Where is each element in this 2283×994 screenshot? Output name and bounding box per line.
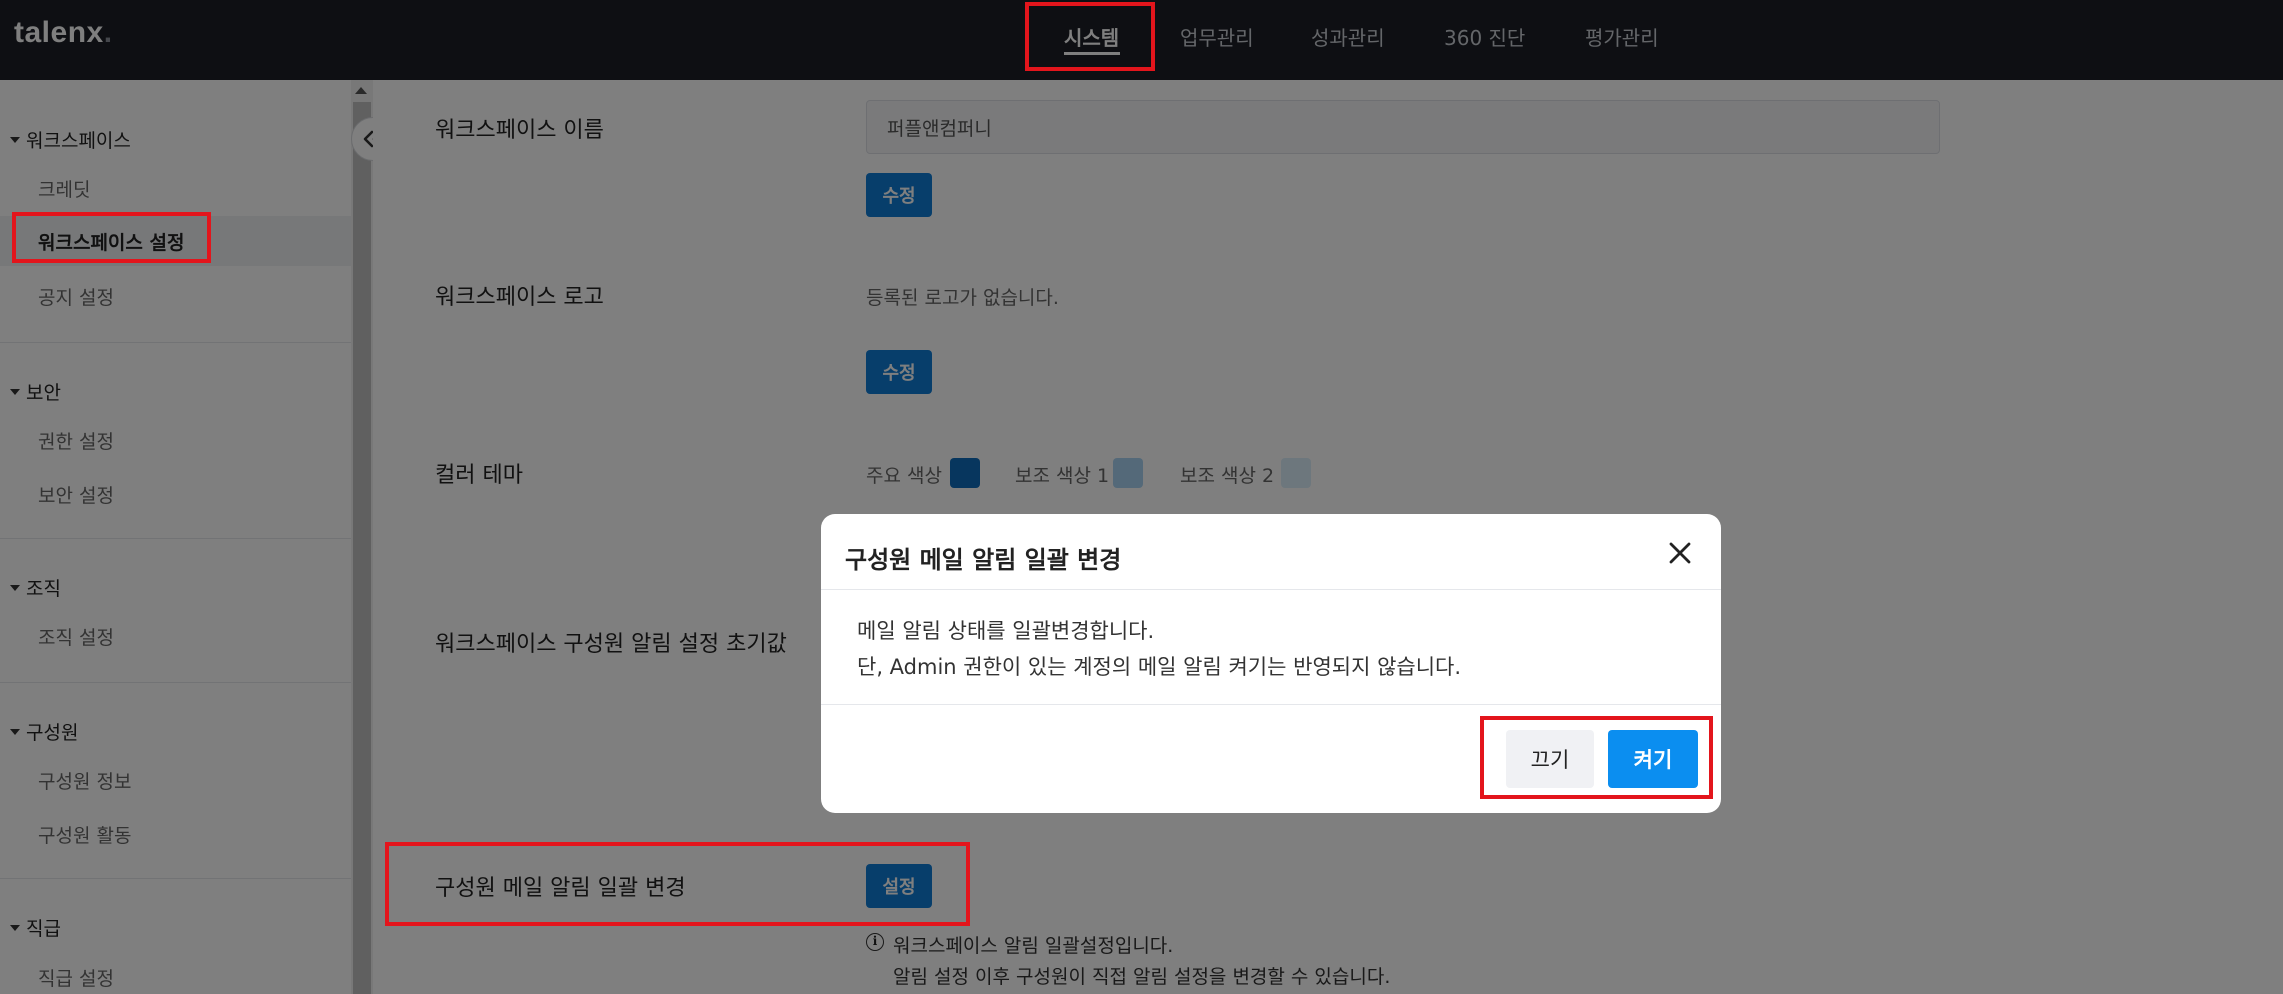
dialog-close-button[interactable] — [1663, 536, 1697, 570]
highlight-workspace-settings — [12, 212, 211, 263]
dialog-title: 구성원 메일 알림 일괄 변경 — [845, 546, 1122, 574]
dialog-divider — [821, 589, 1721, 590]
highlight-system-tab — [1025, 2, 1155, 71]
modal-backdrop[interactable] — [0, 0, 2283, 994]
dialog-message-line-2: 단, Admin 권한이 있는 계정의 메일 알림 켜기는 반영되지 않습니다. — [857, 655, 1462, 679]
close-icon — [1669, 542, 1691, 564]
dialog-divider — [821, 704, 1721, 705]
highlight-member-mail-bulk — [385, 842, 970, 926]
dialog-message-line-1: 메일 알림 상태를 일괄변경합니다. — [857, 619, 1155, 643]
highlight-dialog-buttons — [1480, 716, 1713, 799]
